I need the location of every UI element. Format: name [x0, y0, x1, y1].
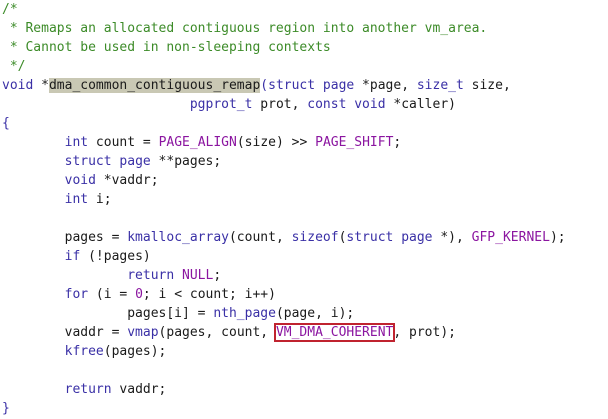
code-token: */: [2, 59, 26, 74]
code-token: nth_page: [213, 306, 276, 321]
code-line: return NULL;: [2, 266, 221, 285]
code-line: pages[i] = nth_page(page, i);: [2, 304, 354, 323]
highlighted-function-name: dma_common_contiguous_remap: [48, 78, 261, 93]
code-line: pgprot_t prot, const void *caller): [2, 95, 456, 114]
code-token: sizeof: [291, 230, 339, 245]
code-token: (: [260, 78, 269, 93]
code-line: /*: [2, 0, 18, 19]
code-token: *vaddr;: [95, 173, 159, 188]
code-token: (pages);: [103, 344, 167, 359]
code-line: pages = kmalloc_array(count, sizeof(stru…: [2, 228, 566, 247]
code-token: * Remaps an allocated contiguous region …: [2, 21, 488, 36]
code-token: NULL: [182, 268, 214, 283]
code-token: pages =: [2, 230, 128, 245]
code-token: (i =: [88, 287, 136, 302]
code-line: if (!pages): [2, 247, 151, 266]
code-token: }: [2, 401, 10, 416]
code-token: size_t: [416, 78, 464, 93]
code-token: /*: [2, 2, 18, 17]
code-line: * Remaps an allocated contiguous region …: [2, 19, 487, 38]
code-token: return: [64, 382, 112, 397]
code-editor[interactable]: /* * Remaps an allocated contiguous regi…: [0, 0, 608, 419]
code-line: {: [2, 114, 10, 133]
code-token: kmalloc_array: [127, 230, 229, 245]
code-token: const: [307, 97, 347, 112]
code-token: struct: [268, 78, 316, 93]
code-token: void: [64, 173, 96, 188]
code-token: for: [64, 287, 89, 302]
code-token: count =: [88, 135, 159, 150]
code-token: {: [2, 116, 10, 131]
code-token: *page,: [354, 78, 417, 93]
code-line: int i;: [2, 190, 112, 209]
code-token: void: [2, 78, 34, 93]
code-token: struct: [64, 154, 112, 169]
code-token: (page, i);: [275, 306, 355, 321]
code-token: int: [64, 192, 89, 207]
code-token: *: [33, 78, 49, 93]
code-token: void: [354, 97, 386, 112]
code-line: */: [2, 57, 26, 76]
code-token: int: [64, 135, 89, 150]
boxed-flag-token: VM_DMA_COHERENT: [273, 323, 396, 342]
code-token: **pages;: [150, 154, 222, 169]
code-line: }: [2, 399, 10, 418]
code-line: for (i = 0; i < count; i++): [2, 285, 276, 304]
code-token: * Cannot be used in non-sleeping context…: [2, 40, 331, 55]
code-token: return: [127, 268, 175, 283]
code-token: (size) >>: [236, 135, 316, 150]
code-token: page: [322, 78, 355, 93]
code-token: vaddr =: [2, 325, 128, 340]
code-token: 0: [135, 287, 143, 302]
code-token: i;: [88, 192, 112, 207]
code-token: pages[i] =: [2, 306, 214, 321]
code-token: (count,: [228, 230, 292, 245]
code-token: vaddr;: [111, 382, 167, 397]
code-token: page: [119, 154, 151, 169]
code-line: void *dma_common_contiguous_remap(struct…: [2, 76, 511, 95]
code-token: PAGE_ALIGN: [158, 135, 237, 150]
code-token: (pages, count,: [158, 325, 276, 340]
code-token: size,: [463, 78, 511, 93]
code-line: struct page **pages;: [2, 152, 222, 171]
code-token: PAGE_SHIFT: [315, 135, 394, 150]
code-token: *caller): [385, 97, 456, 112]
code-token: pgprot_t: [189, 97, 253, 112]
code-token: ; i < count; i++): [142, 287, 276, 302]
code-token: ;: [213, 268, 222, 283]
code-token: );: [549, 230, 566, 245]
code-token: *),: [432, 230, 472, 245]
code-token: kfree: [64, 344, 104, 359]
code-token: (!pages): [80, 249, 151, 264]
code-line: kfree(pages);: [2, 342, 167, 361]
code-token: if: [64, 249, 81, 264]
code-line: void *vaddr;: [2, 171, 159, 190]
code-token: struct: [346, 230, 394, 245]
code-token: ;: [393, 135, 402, 150]
code-token: page: [401, 230, 433, 245]
code-token: GFP_KERNEL: [471, 230, 550, 245]
code-line: return vaddr;: [2, 380, 167, 399]
code-line: * Cannot be used in non-sleeping context…: [2, 38, 331, 57]
code-line: int count = PAGE_ALIGN(size) >> PAGE_SHI…: [2, 133, 402, 152]
code-token: prot,: [252, 97, 308, 112]
code-token: vmap: [127, 325, 159, 340]
code-line: vaddr = vmap(pages, count, VM_DMA_COHERE…: [2, 323, 456, 342]
code-token: , prot);: [393, 325, 456, 340]
